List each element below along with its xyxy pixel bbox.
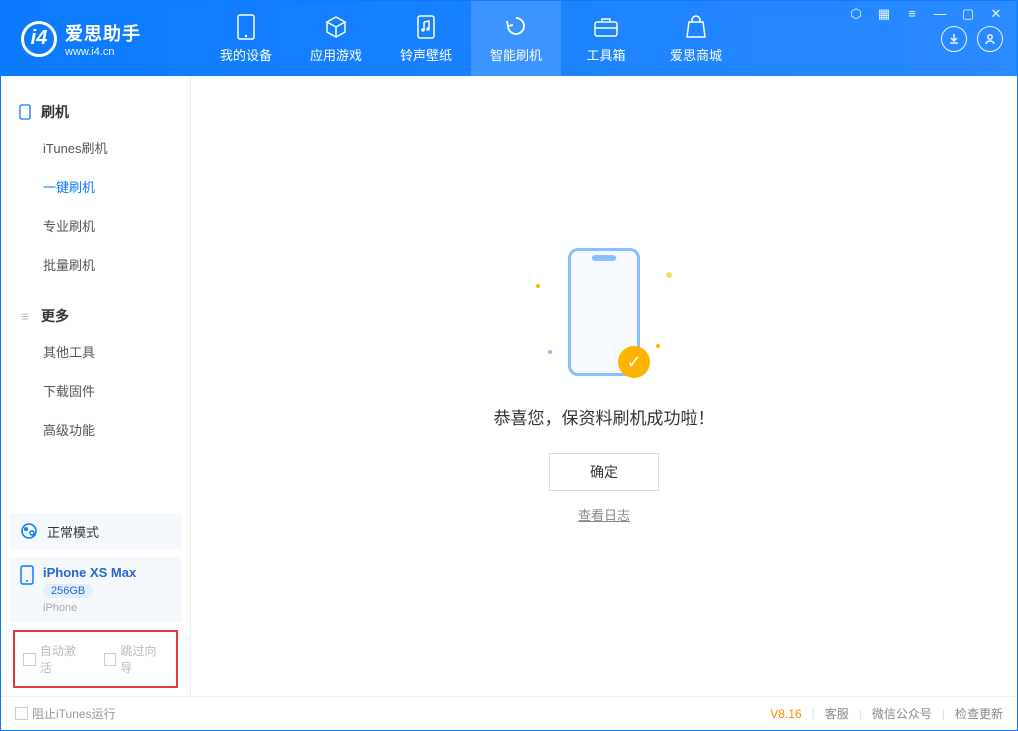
support-link[interactable]: 客服: [825, 705, 849, 722]
sidebar-item-itunes-flash[interactable]: iTunes刷机: [1, 128, 190, 167]
app-url: www.i4.cn: [65, 46, 141, 58]
tab-label: 智能刷机: [490, 45, 542, 64]
tab-smart-flash[interactable]: 智能刷机: [471, 1, 561, 76]
mode-label: 正常模式: [47, 522, 99, 541]
checkbox-block-itunes[interactable]: 阻止iTunes运行: [15, 705, 116, 722]
sidebar-item-other-tools[interactable]: 其他工具: [1, 332, 190, 371]
tab-label: 爱思商城: [670, 45, 722, 64]
version-label: V8.16: [770, 707, 801, 721]
wechat-link[interactable]: 微信公众号: [872, 705, 932, 722]
maximize-button[interactable]: ▢: [960, 6, 976, 22]
download-icon[interactable]: [941, 26, 967, 52]
checkbox-label: 跳过向导: [120, 642, 168, 676]
checkbox-skip-guide[interactable]: 跳过向导: [104, 642, 169, 676]
bag-icon: [682, 13, 710, 41]
nav-tabs: 我的设备 应用游戏 铃声壁纸 智能刷机 工具箱 爱思商城: [201, 1, 741, 76]
tab-label: 铃声壁纸: [400, 45, 452, 64]
window-menu-icon[interactable]: ≡: [904, 6, 920, 22]
sidebar-item-download-firmware[interactable]: 下载固件: [1, 371, 190, 410]
phone-icon: [232, 13, 260, 41]
window-grid-icon[interactable]: ▦: [876, 6, 892, 22]
checkbox-label: 自动激活: [40, 642, 88, 676]
tab-my-device[interactable]: 我的设备: [201, 1, 291, 76]
refresh-shield-icon: [502, 13, 530, 41]
checkbox-icon: [15, 707, 28, 720]
close-button[interactable]: ✕: [988, 6, 1004, 22]
checkbox-icon: [23, 653, 36, 666]
sidebar-group-flash: 刷机: [1, 96, 190, 128]
device-name: iPhone XS Max: [43, 565, 136, 580]
window-controls: ⬡ ▦ ≡ — ▢ ✕: [848, 6, 1004, 22]
mode-card[interactable]: 正常模式: [9, 513, 182, 549]
sidebar-item-pro-flash[interactable]: 专业刷机: [1, 206, 190, 245]
tab-store[interactable]: 爱思商城: [651, 1, 741, 76]
device-card[interactable]: iPhone XS Max 256GB iPhone: [9, 557, 182, 622]
app-name: 爱思助手: [65, 20, 141, 46]
cube-icon: [322, 13, 350, 41]
device-type: iPhone: [43, 602, 77, 614]
logo: i4 爱思助手 www.i4.cn: [1, 20, 201, 58]
tab-apps-games[interactable]: 应用游戏: [291, 1, 381, 76]
check-update-link[interactable]: 检查更新: [955, 705, 1003, 722]
group-label: 更多: [41, 306, 69, 326]
mode-icon: [19, 521, 39, 541]
sidebar-item-onekey-flash[interactable]: 一键刷机: [1, 167, 190, 206]
user-icon[interactable]: [977, 26, 1003, 52]
checkbox-auto-activate[interactable]: 自动激活: [23, 642, 88, 676]
music-icon: [412, 13, 440, 41]
window-shirt-icon[interactable]: ⬡: [848, 6, 864, 22]
sidebar-group-more: ≡ 更多: [1, 300, 190, 332]
group-label: 刷机: [41, 102, 69, 122]
tab-label: 工具箱: [586, 45, 625, 64]
ok-button[interactable]: 确定: [549, 453, 659, 491]
check-badge-icon: ✓: [618, 346, 650, 378]
checkbox-label: 阻止iTunes运行: [32, 705, 116, 722]
device-capacity: 256GB: [43, 584, 93, 598]
tab-label: 应用游戏: [310, 45, 362, 64]
minimize-button[interactable]: —: [932, 6, 948, 22]
success-message: 恭喜您，保资料刷机成功啦！: [494, 404, 715, 429]
highlighted-options: 自动激活 跳过向导: [13, 630, 178, 688]
main-content: ✓ 恭喜您，保资料刷机成功啦！ 确定 查看日志: [191, 76, 1017, 696]
tab-ringtones[interactable]: 铃声壁纸: [381, 1, 471, 76]
sidebar: 刷机 iTunes刷机 一键刷机 专业刷机 批量刷机 ≡ 更多 其他工具 下载固…: [1, 76, 191, 696]
checkbox-icon: [104, 653, 117, 666]
tab-label: 我的设备: [220, 45, 272, 64]
phone-small-icon: [17, 104, 33, 120]
view-log-link[interactable]: 查看日志: [578, 505, 630, 524]
success-illustration: ✓: [514, 248, 694, 388]
sidebar-item-batch-flash[interactable]: 批量刷机: [1, 245, 190, 284]
device-icon: [17, 565, 37, 585]
status-bar: 阻止iTunes运行 V8.16 | 客服 | 微信公众号 | 检查更新: [1, 696, 1017, 730]
logo-icon: i4: [21, 21, 57, 57]
tab-toolbox[interactable]: 工具箱: [561, 1, 651, 76]
toolbox-icon: [592, 13, 620, 41]
list-icon: ≡: [17, 308, 33, 324]
sidebar-item-advanced[interactable]: 高级功能: [1, 410, 190, 449]
